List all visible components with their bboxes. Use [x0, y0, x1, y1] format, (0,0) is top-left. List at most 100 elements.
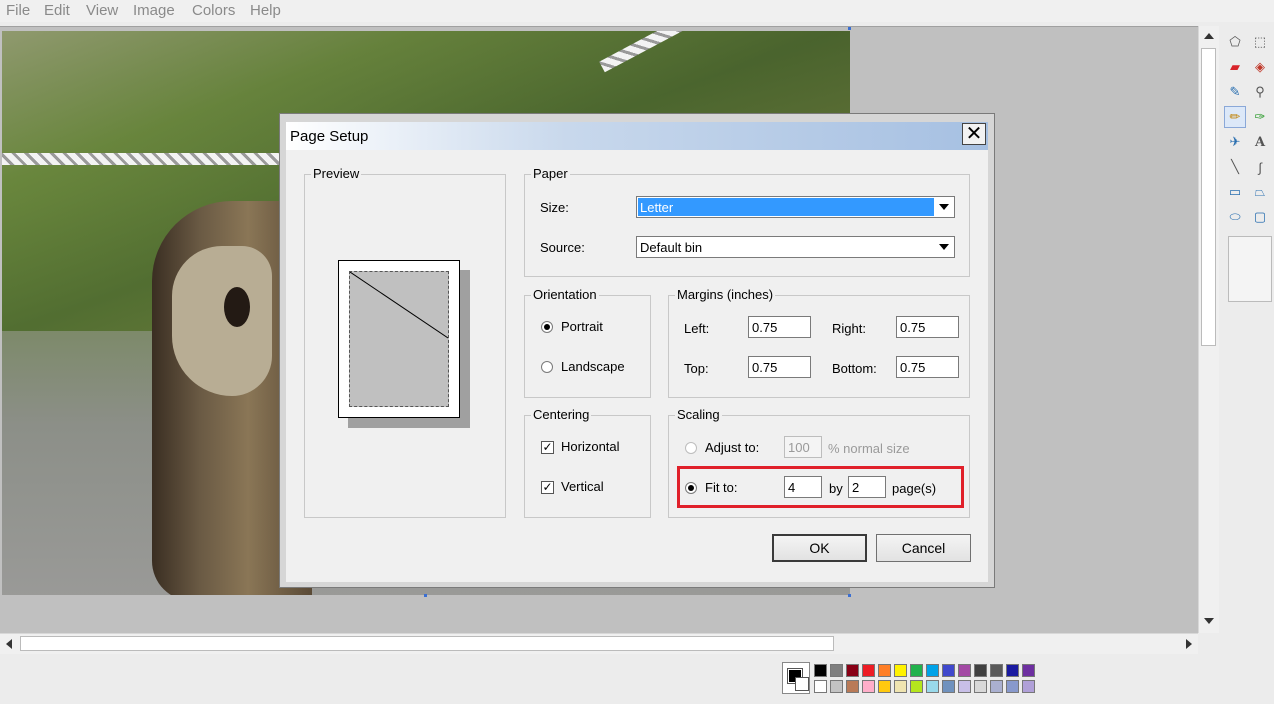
- resize-handle-right-top[interactable]: [848, 27, 851, 30]
- close-button[interactable]: ✕: [962, 123, 986, 145]
- palette-swatch[interactable]: [830, 680, 843, 693]
- adjust-to-radio[interactable]: [685, 442, 697, 454]
- color-palette: [782, 660, 1042, 696]
- ellipse-icon[interactable]: ⬭: [1224, 206, 1246, 228]
- palette-swatch[interactable]: [846, 680, 859, 693]
- line-icon[interactable]: ╲: [1224, 156, 1246, 178]
- palette-swatch[interactable]: [1022, 664, 1035, 677]
- horizontal-checkbox[interactable]: ✓: [541, 441, 554, 454]
- palette-swatch[interactable]: [958, 680, 971, 693]
- portrait-radio[interactable]: [541, 321, 553, 333]
- resize-handle-corner[interactable]: [848, 594, 851, 597]
- preview-page: [338, 260, 460, 418]
- dialog-titlebar[interactable]: Page Setup: [286, 122, 988, 150]
- scroll-up-icon[interactable]: [1204, 33, 1214, 39]
- palette-swatch[interactable]: [894, 680, 907, 693]
- fill-icon[interactable]: ◈: [1249, 56, 1271, 78]
- resize-handle-bottom[interactable]: [424, 594, 427, 597]
- palette-swatch[interactable]: [862, 680, 875, 693]
- landscape-radio[interactable]: [541, 361, 553, 373]
- vertical-label[interactable]: Vertical: [561, 479, 604, 494]
- margin-top-input[interactable]: [748, 356, 811, 378]
- menu-image[interactable]: Image: [133, 2, 175, 19]
- polygon-icon[interactable]: ⏢: [1249, 181, 1271, 203]
- palette-swatch[interactable]: [910, 680, 923, 693]
- pencil-icon[interactable]: ✏: [1224, 106, 1246, 128]
- fit-to-highlight-box: [677, 466, 964, 508]
- paper-source-dropdown[interactable]: Default bin: [636, 236, 955, 258]
- scroll-right-icon[interactable]: [1186, 639, 1192, 649]
- horizontal-scroll-thumb[interactable]: [20, 636, 834, 651]
- chevron-down-icon[interactable]: [935, 198, 953, 216]
- palette-swatch[interactable]: [814, 664, 827, 677]
- menu-colors[interactable]: Colors: [192, 2, 235, 19]
- palette-swatch[interactable]: [1022, 680, 1035, 693]
- orientation-legend: Orientation: [531, 287, 599, 302]
- palette-swatch[interactable]: [926, 664, 939, 677]
- dialog-client: Preview Paper Size: Letter Source: Defau…: [286, 150, 988, 582]
- airbrush-icon[interactable]: ✈: [1224, 131, 1246, 153]
- text-icon[interactable]: A: [1249, 131, 1271, 153]
- paper-group: Paper Size: Letter Source: Default bin: [524, 166, 970, 277]
- color-picker-icon[interactable]: ✎: [1224, 81, 1246, 103]
- palette-swatch[interactable]: [878, 664, 891, 677]
- horizontal-scrollbar[interactable]: [0, 633, 1198, 654]
- palette-swatch[interactable]: [990, 680, 1003, 693]
- adjust-to-input[interactable]: [784, 436, 822, 458]
- margin-left-label: Left:: [684, 321, 710, 336]
- palette-swatch[interactable]: [862, 664, 875, 677]
- margin-left-input[interactable]: [748, 316, 811, 338]
- vertical-scroll-thumb[interactable]: [1201, 48, 1216, 346]
- palette-swatch[interactable]: [942, 664, 955, 677]
- vertical-scrollbar[interactable]: [1198, 26, 1219, 633]
- palette-swatch[interactable]: [878, 680, 891, 693]
- margin-bottom-input[interactable]: [896, 356, 959, 378]
- palette-swatch[interactable]: [990, 664, 1003, 677]
- rectangle-icon[interactable]: ▭: [1224, 181, 1246, 203]
- background-color[interactable]: [795, 677, 809, 691]
- rect-select-icon[interactable]: ⬚: [1249, 31, 1271, 53]
- margin-right-input[interactable]: [896, 316, 959, 338]
- palette-swatch[interactable]: [1006, 680, 1019, 693]
- palette-swatch[interactable]: [958, 664, 971, 677]
- eraser-icon[interactable]: ▰: [1224, 56, 1246, 78]
- menu-edit[interactable]: Edit: [44, 2, 70, 19]
- menu-help[interactable]: Help: [250, 2, 281, 19]
- palette-swatch[interactable]: [846, 664, 859, 677]
- palette-swatch[interactable]: [814, 680, 827, 693]
- margin-bottom-label: Bottom:: [832, 361, 877, 376]
- sloth-face: [172, 246, 272, 396]
- curve-icon[interactable]: ∫: [1249, 156, 1271, 178]
- orientation-group: Orientation Portrait Landscape: [524, 287, 651, 398]
- palette-swatch[interactable]: [830, 664, 843, 677]
- rounded-rect-icon[interactable]: ▢: [1249, 206, 1271, 228]
- vertical-checkbox[interactable]: ✓: [541, 481, 554, 494]
- palette-swatch[interactable]: [910, 664, 923, 677]
- menu-file[interactable]: File: [6, 2, 30, 19]
- paper-size-dropdown[interactable]: Letter: [636, 196, 955, 218]
- palette-swatch[interactable]: [974, 664, 987, 677]
- centering-group: Centering ✓ Horizontal ✓ Vertical: [524, 407, 651, 518]
- scroll-left-icon[interactable]: [6, 639, 12, 649]
- palette-swatch[interactable]: [894, 664, 907, 677]
- palette-swatch[interactable]: [942, 680, 955, 693]
- menu-view[interactable]: View: [86, 2, 118, 19]
- landscape-label[interactable]: Landscape: [561, 359, 625, 374]
- cancel-button[interactable]: Cancel: [876, 534, 971, 562]
- horizontal-label[interactable]: Horizontal: [561, 439, 620, 454]
- ok-button[interactable]: OK: [772, 534, 867, 562]
- scroll-down-icon[interactable]: [1204, 618, 1214, 624]
- tool-options-box[interactable]: [1228, 236, 1272, 302]
- adjust-to-label[interactable]: Adjust to:: [705, 440, 759, 455]
- palette-swatch[interactable]: [974, 680, 987, 693]
- palette-swatch[interactable]: [1006, 664, 1019, 677]
- palette-swatch[interactable]: [926, 680, 939, 693]
- magnifier-icon[interactable]: ⚲: [1249, 81, 1271, 103]
- paper-size-value: Letter: [638, 198, 934, 216]
- chevron-down-icon[interactable]: [935, 238, 953, 256]
- brush-icon[interactable]: ✑: [1249, 106, 1271, 128]
- free-select-icon[interactable]: ⬠: [1224, 31, 1246, 53]
- current-colors[interactable]: [782, 662, 810, 694]
- margin-top-label: Top:: [684, 361, 709, 376]
- portrait-label[interactable]: Portrait: [561, 319, 603, 334]
